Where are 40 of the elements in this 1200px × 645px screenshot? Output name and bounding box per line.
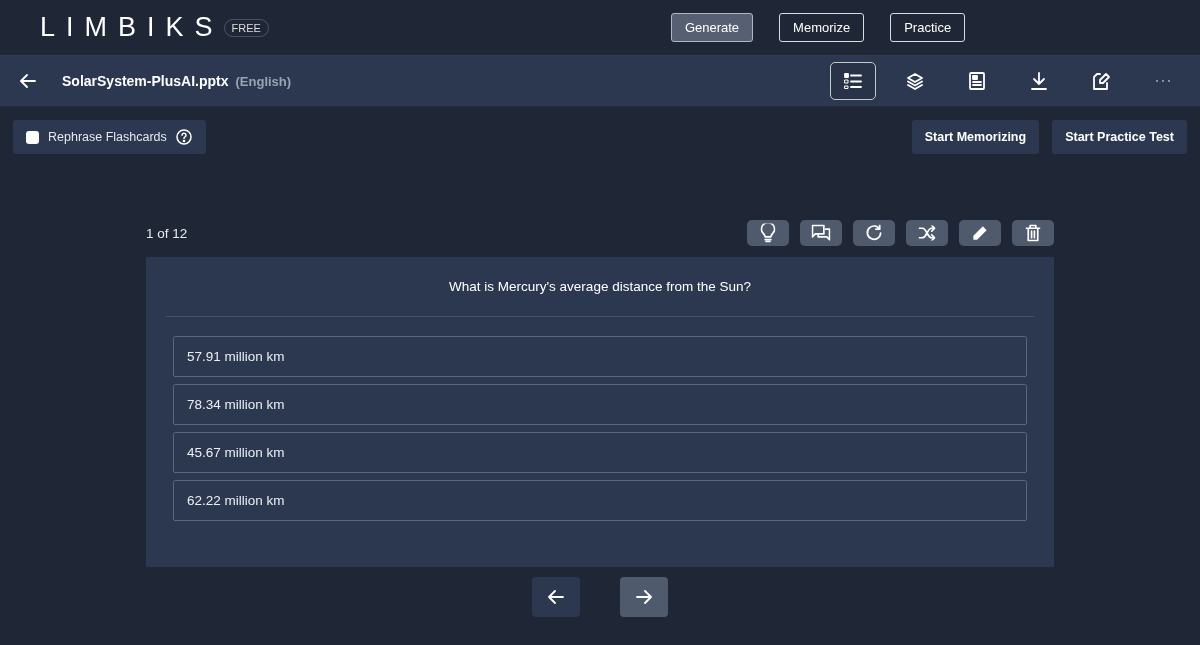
card-counter: 1 of 12	[146, 225, 188, 241]
refresh-icon	[865, 224, 883, 242]
right-arrow-icon	[636, 590, 652, 604]
list-icon	[844, 72, 862, 90]
action-button[interactable]: Start Memorizing	[911, 120, 1040, 154]
left-arrow-icon	[20, 74, 36, 88]
question-text: What is Mercury's average distance from the Sun?	[166, 257, 1034, 317]
nav-tab[interactable]: Practice	[890, 13, 966, 42]
layers-icon	[906, 72, 924, 90]
chat-bubbles-icon	[811, 224, 831, 242]
logo: LIMBIKS	[40, 12, 224, 43]
next-button[interactable]	[620, 577, 668, 617]
note-edit-icon	[1092, 72, 1110, 90]
answer-option[interactable]: 57.91 million km	[173, 336, 1027, 377]
checkbox[interactable]	[26, 130, 39, 144]
file-name: SolarSystem-PlusAI.pptx	[62, 73, 229, 89]
card-action-button[interactable]	[1012, 220, 1054, 246]
nav-tab[interactable]: Memorize	[779, 13, 865, 42]
card-action-button[interactable]	[800, 220, 842, 246]
card-action-button[interactable]	[853, 220, 895, 246]
checkbox-label: Rephrase Flashcards	[48, 130, 167, 144]
nav-tab[interactable]: Generate	[670, 13, 754, 42]
file-language: (English)	[235, 73, 292, 89]
shuffle-icon	[918, 225, 936, 241]
toolbar-button[interactable]	[830, 62, 876, 100]
document-icon	[969, 72, 985, 90]
action-button[interactable]: Start Practice Test	[1052, 120, 1187, 154]
answer-option[interactable]: 45.67 million km	[173, 432, 1027, 473]
card-action-button[interactable]	[747, 220, 789, 246]
card-action-button[interactable]	[906, 220, 948, 246]
card-action-button[interactable]	[959, 220, 1001, 246]
help-icon[interactable]	[175, 129, 192, 145]
pencil-icon	[971, 224, 989, 242]
trash-icon	[1025, 224, 1041, 242]
more-icon	[1155, 79, 1171, 83]
answer-option[interactable]: 62.22 million km	[173, 480, 1027, 521]
answer-option[interactable]: 78.34 million km	[173, 384, 1027, 425]
left-arrow-icon	[548, 590, 564, 604]
download-icon	[1030, 72, 1048, 90]
lightbulb-icon	[760, 223, 776, 243]
